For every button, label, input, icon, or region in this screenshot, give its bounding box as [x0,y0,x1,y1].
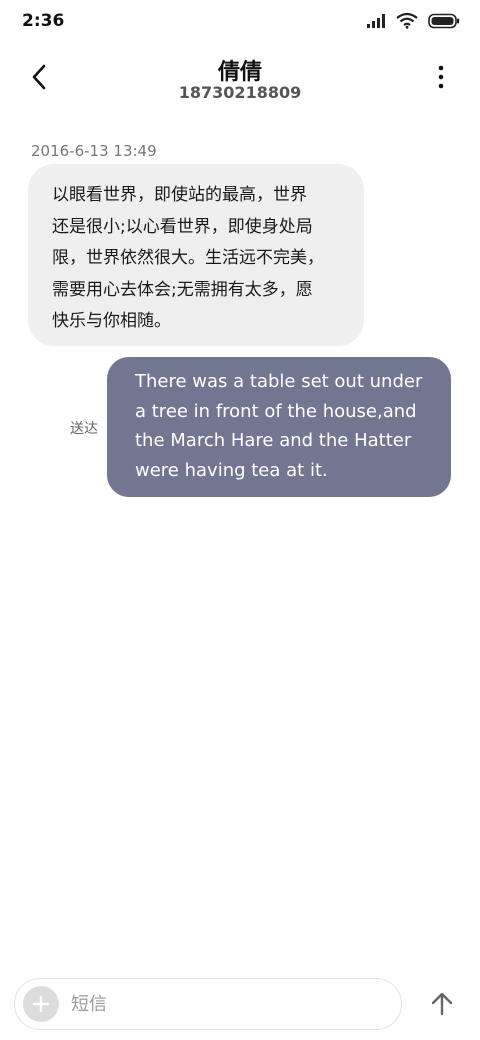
status-icons [366,12,460,29]
message-line: 限，世界依然很大。生活远不完美， [52,248,324,268]
message-line: were having tea at it. [135,459,328,481]
message-input[interactable] [71,987,391,1021]
message-line: 以眼看世界，即使站的最高，世界 [52,185,307,205]
message-timestamp: 2016-6-13 13:49 [31,142,157,160]
message-line: 需要用心去体会;无需拥有太多，愿 [52,279,313,300]
status-bar: 2:36 [0,0,480,44]
message-line: 快乐与你相随。 [52,311,171,331]
status-time: 2:36 [22,11,65,31]
contact-name: 倩倩 [217,60,262,85]
arrow-up-icon [431,992,453,1016]
attach-button[interactable] [23,986,59,1022]
message-line: 还是很小;以心看世界，即使身处局 [52,216,313,237]
outgoing-message-bubble[interactable]: There was a table set out under a tree i… [107,357,451,497]
compose-bar [14,978,402,1030]
message-line: There was a table set out under [135,371,423,392]
plus-icon [32,995,50,1013]
more-options-button[interactable] [426,62,456,92]
conversation-header: 倩倩 18730218809 [0,50,480,110]
signal-icon [367,13,385,28]
message-line: a tree in front of the house,and [135,400,417,422]
contact-phone-number: 18730218809 [178,83,302,102]
battery-icon [428,13,460,28]
message-line: the March Hare and the Hatter [135,430,412,451]
send-button[interactable] [424,986,460,1022]
incoming-message-bubble[interactable]: 以眼看世界，即使站的最高，世界 还是很小;以心看世界，即使身处局 限，世界依然很… [28,164,364,346]
wifi-icon [396,12,418,29]
delivery-status: 送达 [70,421,98,437]
more-vertical-icon [438,65,444,89]
